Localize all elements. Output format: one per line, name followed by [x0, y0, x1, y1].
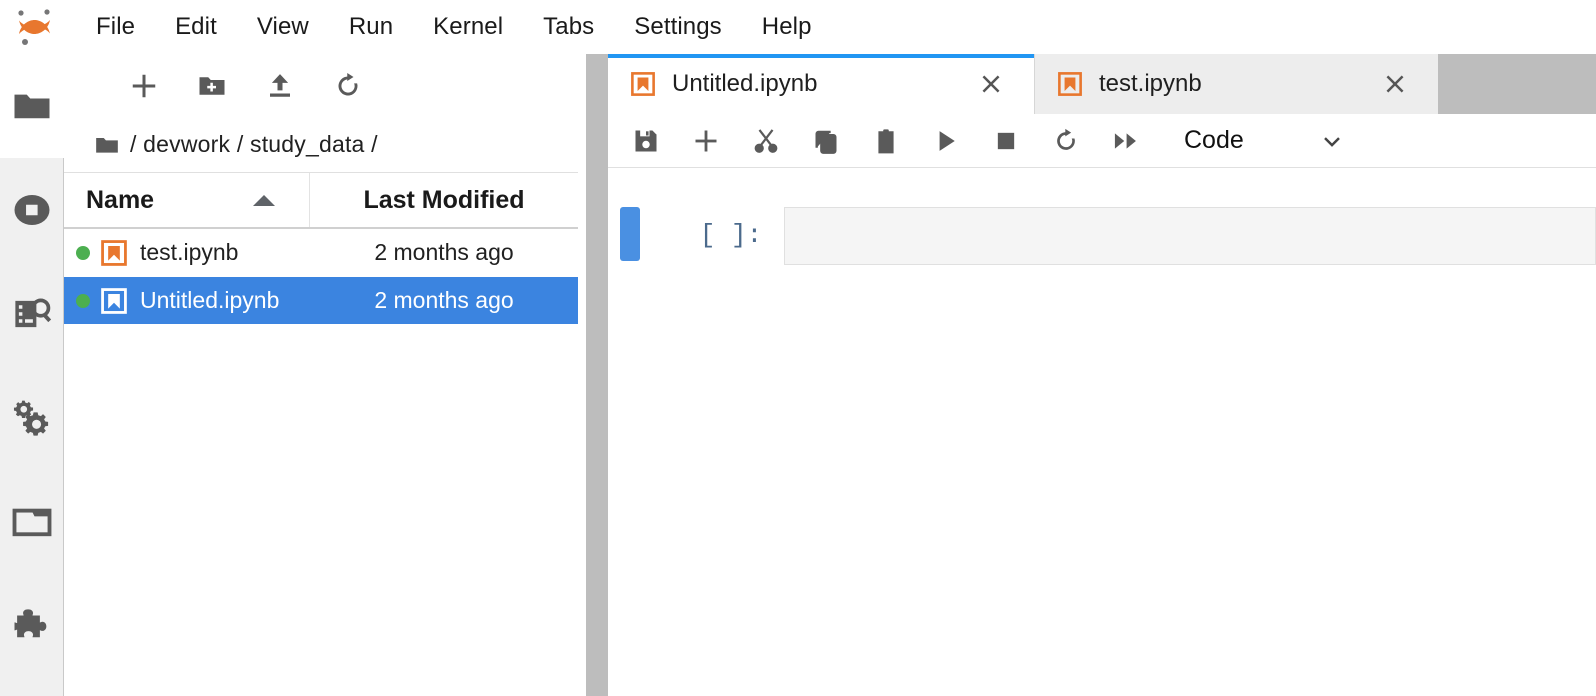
- notebook-cell[interactable]: [ ]:: [608, 207, 1596, 281]
- cut-icon: [754, 128, 778, 153]
- sidebar-item-extension-manager[interactable]: [0, 574, 64, 678]
- file-last-modified: 2 months ago: [374, 287, 514, 313]
- caret-up-icon: [253, 194, 275, 206]
- puzzle-piece-icon: [14, 609, 47, 638]
- close-icon[interactable]: [1378, 67, 1412, 101]
- file-list-header: Name Last Modified: [64, 173, 578, 229]
- file-browser-panel: / devwork / study_data / Name Last Modif…: [64, 54, 578, 696]
- main-dock-area: Untitled.ipynb test.ipynb Code []:: [608, 54, 1596, 696]
- table-of-contents-search-icon: [15, 298, 52, 328]
- notebook-icon: [100, 239, 128, 267]
- breadcrumb-path[interactable]: / devwork / study_data /: [130, 131, 378, 158]
- cell-type-dropdown[interactable]: Code: [1184, 126, 1346, 155]
- stop-icon: [997, 132, 1015, 149]
- menu-view[interactable]: View: [237, 11, 329, 43]
- plus-icon: [132, 74, 156, 97]
- menu-settings[interactable]: Settings: [614, 11, 742, 43]
- tab-test-ipynb[interactable]: test.ipynb: [1034, 54, 1438, 114]
- file-name: Untitled.ipynb: [140, 287, 280, 313]
- upload-icon: [270, 73, 290, 97]
- table-row[interactable]: test.ipynb 2 months ago: [64, 229, 578, 277]
- menu-tabs[interactable]: Tabs: [523, 11, 614, 43]
- breadcrumb[interactable]: / devwork / study_data /: [64, 117, 578, 173]
- file-browser-empty-area: [64, 325, 578, 696]
- copy-icon: [815, 130, 837, 154]
- menu-item-list: File Edit View Run Kernel Tabs Settings …: [76, 11, 832, 43]
- refresh-file-list-button[interactable]: [314, 63, 382, 109]
- menu-kernel[interactable]: Kernel: [413, 11, 523, 43]
- menu-run[interactable]: Run: [329, 11, 413, 43]
- menu-file[interactable]: File: [76, 11, 155, 43]
- save-icon: [635, 130, 657, 151]
- notebook-icon: [1057, 71, 1083, 97]
- gears-icon: [13, 400, 49, 436]
- save-button[interactable]: [616, 118, 676, 164]
- sidebar-item-running-sessions[interactable]: [0, 158, 64, 262]
- chevron-down-icon: [1318, 127, 1346, 155]
- running-sessions-icon: [14, 194, 50, 226]
- copy-cell-button[interactable]: [796, 118, 856, 164]
- paste-cell-button[interactable]: [856, 118, 916, 164]
- tab-label: test.ipynb: [1099, 70, 1202, 97]
- folder-icon: [14, 94, 49, 119]
- restart-run-all-icon: [1114, 132, 1136, 149]
- restart-icon: [1057, 128, 1075, 150]
- column-header-last-modified-label: Last Modified: [363, 185, 525, 214]
- plus-icon: [695, 130, 717, 151]
- tab-untitled-ipynb[interactable]: Untitled.ipynb: [608, 54, 1034, 114]
- sidebar-item-table-of-contents[interactable]: [0, 262, 64, 366]
- file-last-modified: 2 months ago: [374, 239, 514, 265]
- running-indicator-dot: [76, 245, 90, 260]
- new-folder-icon: [199, 76, 225, 95]
- notebook-canvas[interactable]: [ ]:: [608, 169, 1596, 696]
- tab-label: Untitled.ipynb: [672, 70, 818, 97]
- column-header-last-modified[interactable]: Last Modified: [310, 173, 578, 227]
- notebook-icon: [630, 71, 656, 97]
- restart-kernel-button[interactable]: [1036, 118, 1096, 164]
- cell-type-value: Code: [1184, 126, 1244, 154]
- cut-cell-button[interactable]: [736, 118, 796, 164]
- file-browser-toolbar: [64, 54, 578, 117]
- menu-edit[interactable]: Edit: [155, 11, 237, 43]
- jupyter-logo: [12, 6, 58, 48]
- cell-input-editor[interactable]: [784, 207, 1596, 265]
- file-name: test.ipynb: [140, 239, 239, 265]
- sidebar-item-open-tabs[interactable]: [0, 470, 64, 574]
- running-indicator-dot: [76, 293, 90, 308]
- refresh-icon: [338, 72, 358, 95]
- new-folder-button[interactable]: [178, 63, 246, 109]
- cell-prompt: [ ]:: [699, 220, 763, 250]
- cell-selection-bar: [620, 207, 640, 261]
- folder-icon: [94, 132, 120, 158]
- new-launcher-button[interactable]: [110, 63, 178, 109]
- document-panel-icon: [12, 508, 52, 537]
- left-sidebar-rail: [0, 54, 64, 696]
- file-browser-scrollbar-track[interactable]: [578, 54, 586, 696]
- sidebar-item-property-inspector[interactable]: [0, 366, 64, 470]
- sidebar-item-file-browser[interactable]: [0, 54, 64, 158]
- menu-bar: File Edit View Run Kernel Tabs Settings …: [0, 0, 1596, 54]
- notebook-tab-bar: Untitled.ipynb test.ipynb: [608, 54, 1596, 114]
- jupyterlab-window: File Edit View Run Kernel Tabs Settings …: [0, 0, 1596, 696]
- run-icon: [939, 130, 955, 151]
- upload-files-button[interactable]: [246, 63, 314, 109]
- run-cell-button[interactable]: [916, 118, 976, 164]
- table-row[interactable]: Untitled.ipynb 2 months ago: [64, 277, 578, 325]
- insert-cell-button[interactable]: [676, 118, 736, 164]
- column-header-name-label: Name: [86, 185, 155, 214]
- column-header-name[interactable]: Name: [64, 173, 310, 227]
- restart-run-all-button[interactable]: [1096, 118, 1156, 164]
- menu-help[interactable]: Help: [742, 11, 832, 43]
- interrupt-kernel-button[interactable]: [976, 118, 1036, 164]
- close-icon[interactable]: [974, 67, 1008, 101]
- notebook-icon: [100, 287, 128, 315]
- notebook-toolbar: Code: [608, 114, 1596, 168]
- paste-icon: [878, 128, 894, 153]
